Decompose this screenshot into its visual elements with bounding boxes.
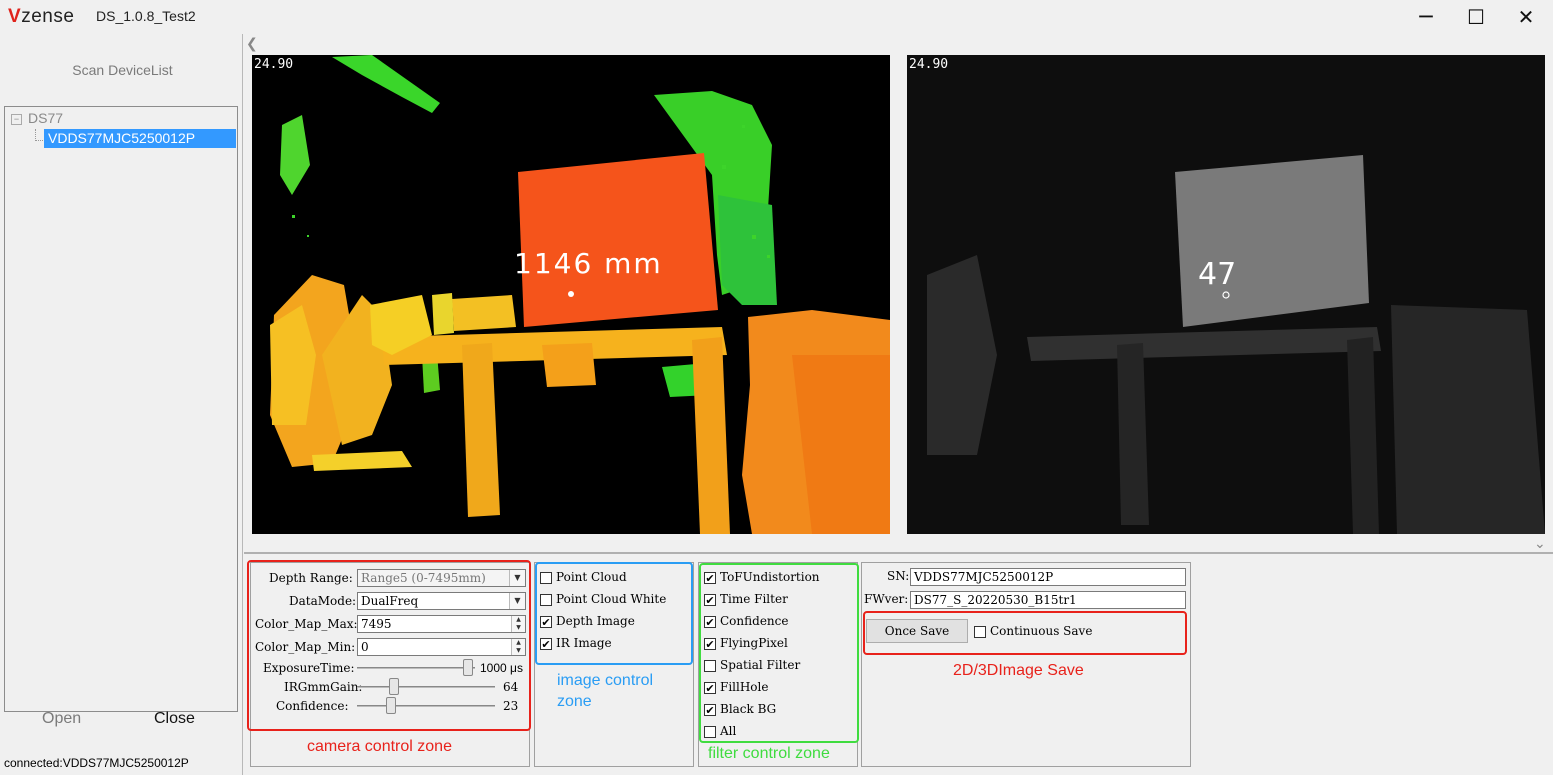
chevron-left-icon[interactable]: ❮ <box>246 36 258 52</box>
image-option-checkbox[interactable]: ✔ <box>540 616 552 628</box>
image-zone-caption-2: zone <box>557 693 592 710</box>
image-option-label: Point Cloud White <box>556 592 667 606</box>
title-bar: Vzense DS_1.0.8_Test2 ─ ☐ ✕ <box>0 0 1553 34</box>
image-option-checkbox[interactable]: ✔ <box>540 638 552 650</box>
filter-option-label: FillHole <box>720 680 769 694</box>
checkmark-icon: ✔ <box>705 594 715 607</box>
image-option-label: Point Cloud <box>556 570 627 584</box>
checkmark-icon: ✔ <box>705 572 715 585</box>
status-text: connected:VDDS77MJC5250012P <box>4 756 189 770</box>
filter-option-label: Time Filter <box>720 592 788 606</box>
close-icon: ✕ <box>1517 5 1535 29</box>
depth-image <box>252 55 890 534</box>
tree-node-ds77[interactable]: − DS77 <box>11 110 63 126</box>
app-logo: Vzense <box>8 6 75 27</box>
checkmark-icon: ✔ <box>541 638 551 651</box>
filter-option-checkbox[interactable]: ✔ <box>704 704 716 716</box>
filter-zone-caption: filter control zone <box>708 745 830 762</box>
filter-option-label: Black BG <box>720 702 777 716</box>
checkmark-icon: ✔ <box>705 638 715 651</box>
ir-measure-label: 47 <box>1198 257 1237 292</box>
window-title: DS_1.0.8_Test2 <box>96 8 196 24</box>
depth-image-view[interactable]: 24.90 1146 mm <box>252 55 890 534</box>
filter-zone-highlight <box>699 563 859 743</box>
filter-option-checkbox[interactable]: ✔ <box>704 682 716 694</box>
filter-option-label: All <box>720 724 737 738</box>
image-area: ❮ 24.90 1146 mm 24.90 47 ⌄ <box>244 34 1553 552</box>
close-button[interactable]: Close <box>154 710 195 728</box>
camera-zone-highlight <box>247 560 531 731</box>
filter-option-label: FlyingPixel <box>720 636 788 650</box>
chevron-down-icon[interactable]: ⌄ <box>1534 536 1546 552</box>
filter-option-checkbox[interactable]: ✔ <box>704 594 716 606</box>
ir-fps-readout: 24.90 <box>909 57 949 72</box>
filter-option-label: Spatial Filter <box>720 658 801 672</box>
sn-label: SN: <box>887 569 910 583</box>
filter-option-label: ToFUndistortion <box>720 570 820 584</box>
depth-fps-readout: 24.90 <box>254 57 294 72</box>
image-option-label: Depth Image <box>556 614 635 628</box>
control-area: Depth Range: Range5 (0-7495mm) ▼ DataMode… <box>244 552 1553 775</box>
maximize-button[interactable]: ☐ <box>1451 0 1501 34</box>
image-option-checkbox[interactable] <box>540 594 552 606</box>
save-zone-highlight <box>863 611 1187 655</box>
checkmark-icon: ✔ <box>705 704 715 717</box>
minimize-button[interactable]: ─ <box>1401 0 1451 34</box>
depth-measure-label: 1146 mm <box>514 247 663 280</box>
filter-option-checkbox[interactable]: ✔ <box>704 616 716 628</box>
sn-field[interactable]: VDDS77MJC5250012P <box>910 568 1186 586</box>
checkmark-icon: ✔ <box>705 682 715 695</box>
image-option-label: IR Image <box>556 636 612 650</box>
filter-option-checkbox[interactable]: ✔ <box>704 638 716 650</box>
collapse-icon[interactable]: − <box>11 114 22 125</box>
maximize-icon: ☐ <box>1467 5 1485 29</box>
device-tree[interactable]: − DS77 VDDS77MJC5250012P <box>4 106 238 712</box>
ir-image-view[interactable]: 24.90 47 <box>907 55 1545 534</box>
image-option-checkbox[interactable] <box>540 572 552 584</box>
checkmark-icon: ✔ <box>705 616 715 629</box>
checkmark-icon: ✔ <box>541 616 551 629</box>
scan-devicelist-button[interactable]: Scan DeviceList <box>30 58 215 82</box>
filter-option-checkbox[interactable]: ✔ <box>704 572 716 584</box>
minimize-icon: ─ <box>1419 4 1433 30</box>
close-window-button[interactable]: ✕ <box>1501 0 1551 34</box>
open-button[interactable]: Open <box>42 710 81 728</box>
camera-zone-caption: camera control zone <box>307 738 452 755</box>
ir-image <box>907 55 1545 534</box>
filter-option-label: Confidence <box>720 614 789 628</box>
fwver-label: FWver: <box>864 592 909 606</box>
device-panel: Scan DeviceList − DS77 VDDS77MJC5250012P … <box>0 34 243 775</box>
fwver-field[interactable]: DS77_S_20220530_B15tr1 <box>910 591 1186 609</box>
filter-option-checkbox[interactable] <box>704 726 716 738</box>
image-zone-caption-1: image control <box>557 672 654 689</box>
save-zone-caption: 2D/3DImage Save <box>953 662 1084 679</box>
filter-option-checkbox[interactable] <box>704 660 716 672</box>
tree-node-device[interactable]: VDDS77MJC5250012P <box>44 129 236 148</box>
